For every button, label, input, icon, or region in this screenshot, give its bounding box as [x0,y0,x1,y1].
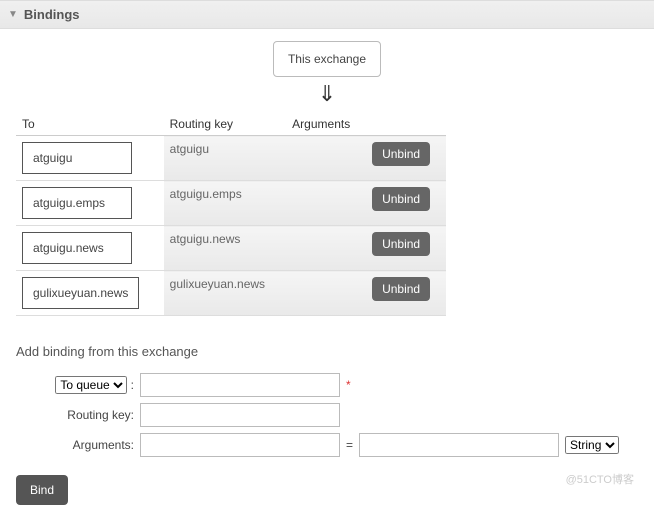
bind-button[interactable]: Bind [16,475,68,505]
table-row: gulixueyuan.news gulixueyuan.news Unbind [16,271,446,316]
header-routing-key: Routing key [164,113,287,136]
arguments-label: Arguments: [16,438,140,452]
argument-key-input[interactable] [140,433,340,457]
queue-link[interactable]: atguigu.news [22,232,132,264]
this-exchange-box: This exchange [273,41,381,77]
target-type-select[interactable]: To queue [55,376,127,394]
watermark: @51CTO博客 [566,471,634,487]
equals-sign: = [346,438,353,452]
routing-key-value: atguigu.news [170,232,241,246]
unbind-button[interactable]: Unbind [372,277,430,301]
routing-key-value: gulixueyuan.news [170,277,265,291]
colon: : [131,378,134,392]
header-to: To [16,113,164,136]
routing-key-value: atguigu.emps [170,187,242,201]
add-binding-title: Add binding from this exchange [16,344,638,359]
unbind-button[interactable]: Unbind [372,142,430,166]
target-name-input[interactable] [140,373,340,397]
argument-type-select[interactable]: String [565,436,619,454]
bindings-table: To Routing key Arguments atguigu atguigu… [16,113,446,316]
table-row: atguigu.emps atguigu.emps Unbind [16,181,446,226]
queue-link[interactable]: gulixueyuan.news [22,277,139,309]
arrow-down-icon: ⇓ [16,81,638,107]
collapse-icon: ▼ [8,9,18,20]
argument-value-input[interactable] [359,433,559,457]
table-row: atguigu atguigu Unbind [16,136,446,181]
queue-link[interactable]: atguigu.emps [22,187,132,219]
routing-key-value: atguigu [170,142,209,156]
queue-link[interactable]: atguigu [22,142,132,174]
required-indicator: * [346,378,351,392]
routing-key-input[interactable] [140,403,340,427]
unbind-button[interactable]: Unbind [372,232,430,256]
table-row: atguigu.news atguigu.news Unbind [16,226,446,271]
exchange-label: This exchange [288,52,366,66]
bindings-section-header[interactable]: ▼ Bindings [0,0,654,29]
routing-key-label: Routing key: [16,408,140,422]
unbind-button[interactable]: Unbind [372,187,430,211]
section-title: Bindings [24,7,80,22]
header-arguments: Arguments [286,113,366,136]
